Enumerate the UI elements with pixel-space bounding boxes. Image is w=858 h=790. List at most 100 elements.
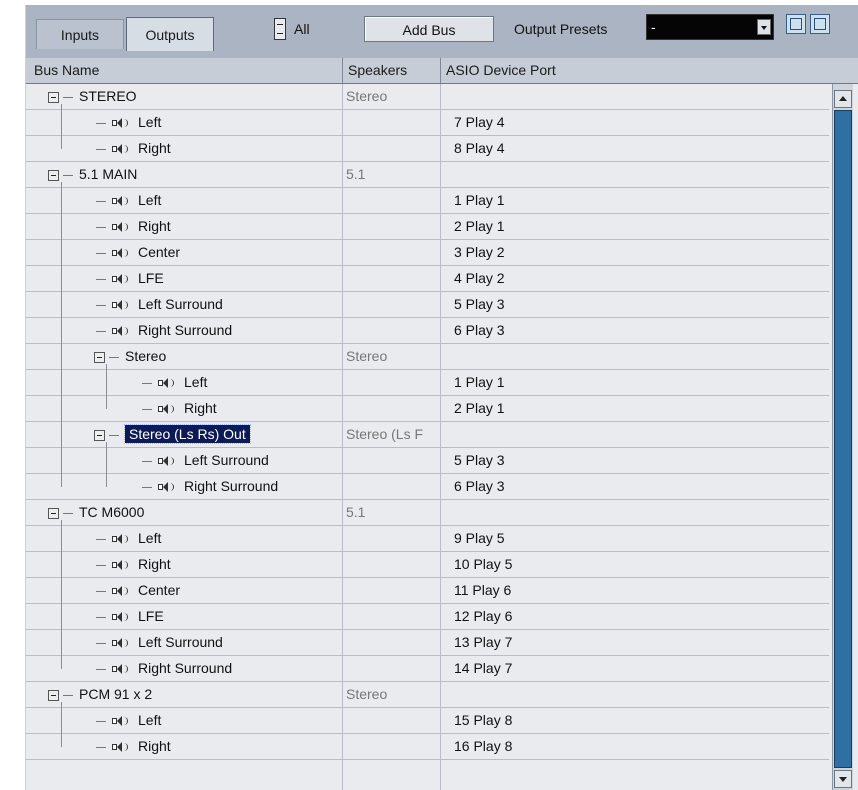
bus-name-cell[interactable]: PCM 91 x 2 <box>48 682 152 707</box>
bus-row[interactable]: 5.1 MAIN 5.1 <box>26 162 829 188</box>
bus-name-cell[interactable]: TC M6000 <box>48 500 144 525</box>
bus-name-cell[interactable]: Left <box>96 708 161 733</box>
channel-row[interactable]: Left 1 Play 1 <box>26 188 829 214</box>
channel-row[interactable]: Right 10 Play 5 <box>26 552 829 578</box>
speakers-cell[interactable] <box>346 630 438 655</box>
channel-row[interactable]: Left Surround 5 Play 3 <box>26 448 829 474</box>
speakers-cell[interactable] <box>346 240 438 265</box>
bus-name-cell[interactable]: Stereo (Ls Rs) Out <box>94 422 251 447</box>
scroll-down-arrow-icon[interactable] <box>834 770 852 788</box>
speakers-cell[interactable] <box>346 474 438 499</box>
bus-name-cell[interactable]: Left <box>96 526 161 551</box>
speakers-cell[interactable] <box>346 448 438 473</box>
channel-row[interactable]: Left 15 Play 8 <box>26 708 829 734</box>
speakers-cell[interactable] <box>346 214 438 239</box>
asio-port-cell[interactable]: 15 Play 8 <box>454 708 512 733</box>
bus-row[interactable]: Stereo Stereo <box>26 344 829 370</box>
speakers-cell[interactable] <box>346 578 438 603</box>
speakers-cell[interactable] <box>346 110 438 135</box>
collapse-icon[interactable] <box>48 91 59 103</box>
collapse-icon[interactable] <box>48 169 59 181</box>
store-preset-icon[interactable] <box>786 14 806 34</box>
collapse-icon[interactable] <box>94 429 105 441</box>
channel-row[interactable]: Right Surround 14 Play 7 <box>26 656 829 682</box>
bus-name-cell[interactable]: Right Surround <box>96 318 232 343</box>
asio-port-cell[interactable]: 5 Play 3 <box>454 292 505 317</box>
channel-row[interactable]: Right Surround 6 Play 3 <box>26 474 829 500</box>
speakers-cell[interactable] <box>346 526 438 551</box>
scroll-thumb[interactable] <box>834 110 852 768</box>
speakers-cell[interactable] <box>346 292 438 317</box>
speakers-cell[interactable] <box>346 734 438 759</box>
speakers-cell[interactable] <box>346 188 438 213</box>
speakers-cell[interactable] <box>346 136 438 161</box>
remove-preset-icon[interactable] <box>810 14 830 34</box>
asio-port-cell[interactable]: 16 Play 8 <box>454 734 512 759</box>
speakers-cell[interactable]: 5.1 <box>346 500 438 525</box>
asio-port-cell[interactable]: 5 Play 3 <box>454 448 505 473</box>
speakers-cell[interactable] <box>346 318 438 343</box>
output-presets-select[interactable]: - <box>646 14 774 40</box>
dropdown-arrow-icon[interactable] <box>757 19 771 35</box>
asio-port-cell[interactable]: 9 Play 5 <box>454 526 505 551</box>
speakers-cell[interactable]: Stereo <box>346 84 438 109</box>
channel-row[interactable]: Left Surround 5 Play 3 <box>26 292 829 318</box>
channel-row[interactable]: LFE 4 Play 2 <box>26 266 829 292</box>
expand-collapse-icon[interactable] <box>274 18 286 40</box>
bus-name-cell[interactable]: Center <box>96 240 180 265</box>
channel-row[interactable]: Center 3 Play 2 <box>26 240 829 266</box>
channel-row[interactable]: Left 7 Play 4 <box>26 110 829 136</box>
collapse-icon[interactable] <box>48 689 59 701</box>
bus-name-cell[interactable]: Right <box>96 734 171 759</box>
channel-row[interactable]: LFE 12 Play 6 <box>26 604 829 630</box>
asio-port-cell[interactable]: 2 Play 1 <box>454 214 505 239</box>
speakers-cell[interactable] <box>346 708 438 733</box>
channel-row[interactable]: Right 2 Play 1 <box>26 214 829 240</box>
channel-row[interactable]: Left Surround 13 Play 7 <box>26 630 829 656</box>
bus-name-cell[interactable]: Stereo <box>94 344 166 369</box>
bus-name-cell[interactable]: Right <box>96 214 171 239</box>
bus-name-cell[interactable]: Left <box>96 110 161 135</box>
asio-port-cell[interactable]: 2 Play 1 <box>454 396 505 421</box>
bus-name-cell[interactable]: Right <box>142 396 217 421</box>
channel-row[interactable]: Right 16 Play 8 <box>26 734 829 760</box>
tab-inputs[interactable]: Inputs <box>36 19 124 49</box>
expand-all-toggle[interactable]: All <box>274 17 310 41</box>
asio-port-cell[interactable]: 12 Play 6 <box>454 604 512 629</box>
asio-port-cell[interactable]: 14 Play 7 <box>454 656 512 681</box>
asio-port-cell[interactable]: 4 Play 2 <box>454 266 505 291</box>
asio-port-cell[interactable]: 6 Play 3 <box>454 318 505 343</box>
asio-port-cell[interactable]: 7 Play 4 <box>454 110 505 135</box>
bus-name-cell[interactable]: Center <box>96 578 180 603</box>
column-header-bus-name[interactable]: Bus Name <box>34 58 99 83</box>
channel-row[interactable]: Right Surround 6 Play 3 <box>26 318 829 344</box>
bus-name-cell[interactable]: Left Surround <box>96 630 223 655</box>
column-divider[interactable] <box>342 58 343 83</box>
bus-row[interactable]: Stereo (Ls Rs) Out Stereo (Ls F <box>26 422 829 448</box>
bus-name-cell[interactable]: Left Surround <box>142 448 269 473</box>
asio-port-cell[interactable]: 8 Play 4 <box>454 136 505 161</box>
asio-port-cell[interactable]: 3 Play 2 <box>454 240 505 265</box>
bus-name-cell[interactable]: LFE <box>96 604 164 629</box>
asio-port-cell[interactable]: 13 Play 7 <box>454 630 512 655</box>
column-divider[interactable] <box>440 58 441 83</box>
asio-port-cell[interactable]: 11 Play 6 <box>454 578 511 603</box>
asio-port-cell[interactable]: 1 Play 1 <box>454 370 505 395</box>
bus-name-cell[interactable]: Right Surround <box>96 656 232 681</box>
speakers-cell[interactable]: Stereo <box>346 344 438 369</box>
bus-name-cell[interactable]: Right <box>96 136 171 161</box>
channel-row[interactable]: Center 11 Play 6 <box>26 578 829 604</box>
bus-name-cell[interactable]: Right Surround <box>142 474 278 499</box>
channel-row[interactable]: Right 8 Play 4 <box>26 136 829 162</box>
scroll-up-arrow-icon[interactable] <box>834 90 852 108</box>
bus-name-cell[interactable]: Left Surround <box>96 292 223 317</box>
bus-name-cell[interactable]: Right <box>96 552 171 577</box>
speakers-cell[interactable]: Stereo (Ls F <box>346 422 438 447</box>
bus-name-cell[interactable]: Left <box>96 188 161 213</box>
asio-port-cell[interactable]: 6 Play 3 <box>454 474 505 499</box>
bus-row[interactable]: TC M6000 5.1 <box>26 500 829 526</box>
channel-row[interactable]: Right 2 Play 1 <box>26 396 829 422</box>
speakers-cell[interactable] <box>346 370 438 395</box>
bus-name-cell[interactable]: LFE <box>96 266 164 291</box>
column-header-asio-port[interactable]: ASIO Device Port <box>446 58 556 83</box>
